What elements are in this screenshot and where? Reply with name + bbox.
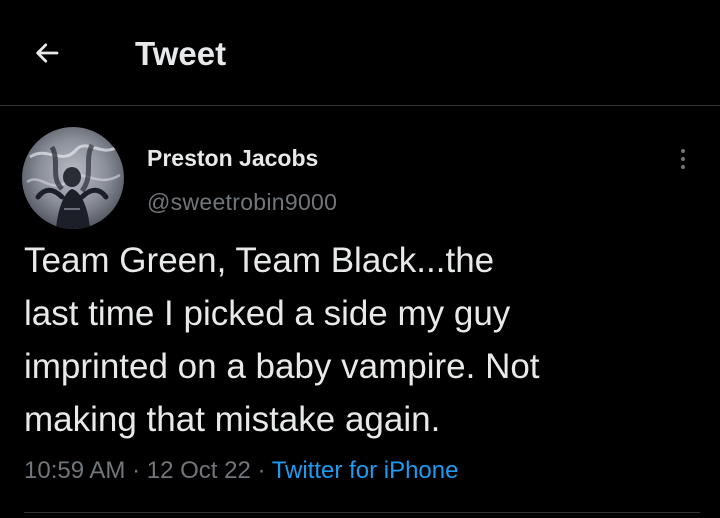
page-title: Tweet xyxy=(135,35,227,72)
meta-separator: · xyxy=(257,457,266,484)
divider xyxy=(24,512,700,513)
author-handle[interactable]: @sweetrobin9000 xyxy=(147,187,337,217)
more-vertical-icon xyxy=(681,149,685,153)
more-menu-button[interactable] xyxy=(668,144,698,174)
tweet-source-link[interactable]: Twitter for iPhone xyxy=(272,457,459,484)
tweet-header: Tweet xyxy=(0,0,720,106)
tweet-time[interactable]: 10:59 AM xyxy=(24,457,125,484)
more-vertical-icon xyxy=(681,157,685,161)
tweet-meta: 10:59 AM · 12 Oct 22 · Twitter for iPhon… xyxy=(24,454,458,488)
avatar[interactable] xyxy=(22,127,124,229)
author-name[interactable]: Preston Jacobs xyxy=(147,143,318,173)
meta-separator: · xyxy=(132,457,141,484)
back-arrow-icon xyxy=(36,43,59,63)
tweet-date[interactable]: 12 Oct 22 xyxy=(147,457,251,484)
back-button[interactable] xyxy=(30,36,64,70)
tweet-text: Team Green, Team Black...the last time I… xyxy=(24,241,540,439)
more-vertical-icon xyxy=(681,165,685,169)
avatar-image xyxy=(22,127,124,229)
